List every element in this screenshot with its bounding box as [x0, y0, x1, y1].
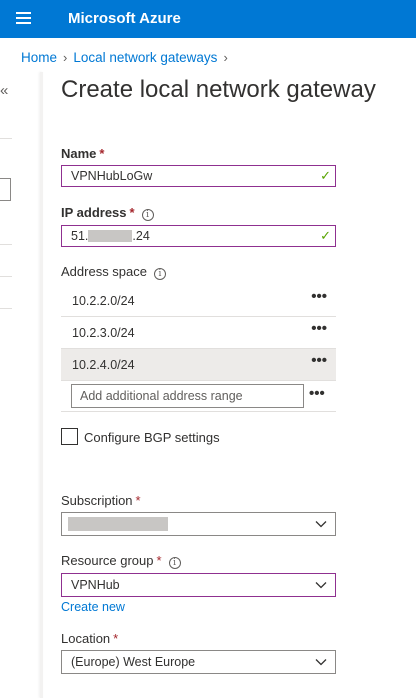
collapse-sidebar-icon[interactable]: «	[0, 82, 8, 99]
divider	[0, 138, 12, 139]
breadcrumb: Home › Local network gateways ›	[21, 50, 234, 65]
divider	[0, 308, 12, 309]
resource-group-label: Resource group * i	[61, 553, 181, 569]
address-range-row[interactable]: 10.2.2.0/24 •••	[61, 285, 336, 317]
check-icon: ✓	[320, 168, 331, 183]
chevron-down-icon	[315, 521, 327, 528]
divider	[0, 244, 12, 245]
ip-address-label: IP address * i	[61, 205, 154, 221]
bgp-checkbox-label[interactable]: Configure BGP settings	[84, 430, 220, 445]
name-label: Name *	[61, 146, 105, 161]
hamburger-icon[interactable]	[16, 12, 31, 26]
left-pane-input[interactable]	[0, 178, 11, 201]
subscription-label: Subscription *	[61, 493, 141, 508]
more-options-icon[interactable]: •••	[311, 321, 327, 336]
chevron-right-icon: ›	[63, 50, 68, 65]
chevron-down-icon	[315, 659, 327, 666]
left-pane	[0, 72, 41, 698]
more-options-icon[interactable]: •••	[309, 386, 325, 401]
info-icon[interactable]: i	[141, 209, 154, 221]
breadcrumb-local-network-gateways[interactable]: Local network gateways	[73, 50, 217, 65]
name-field[interactable]: VPNHubLoGw ✓	[61, 165, 336, 187]
create-new-link[interactable]: Create new	[61, 600, 125, 614]
brand-title[interactable]: Microsoft Azure	[68, 10, 181, 27]
ip-address-field[interactable]: 51. .24 ✓	[61, 225, 336, 247]
check-icon: ✓	[320, 228, 331, 243]
more-options-icon[interactable]: •••	[311, 353, 327, 368]
info-icon[interactable]: i	[168, 557, 181, 569]
bgp-checkbox[interactable]	[61, 428, 78, 445]
chevron-down-icon	[315, 582, 327, 589]
add-address-range-input[interactable]: Add additional address range	[71, 384, 304, 408]
location-label: Location *	[61, 631, 119, 646]
more-options-icon[interactable]: •••	[311, 289, 327, 304]
page-title: Create local network gateway	[61, 76, 376, 103]
top-bar: Microsoft Azure	[0, 0, 416, 38]
redacted-block	[88, 230, 133, 242]
address-space-label: Address space i	[61, 264, 166, 280]
address-range-row[interactable]: 10.2.3.0/24 •••	[61, 317, 336, 349]
location-select[interactable]: (Europe) West Europe	[61, 650, 336, 674]
redacted-block	[68, 517, 168, 531]
breadcrumb-home[interactable]: Home	[21, 50, 57, 65]
resource-group-select[interactable]: VPNHub	[61, 573, 336, 597]
address-range-row[interactable]: 10.2.4.0/24 •••	[61, 349, 336, 381]
divider	[61, 411, 336, 412]
info-icon[interactable]: i	[154, 268, 166, 280]
chevron-right-icon: ›	[223, 50, 228, 65]
pane-divider	[40, 72, 43, 698]
divider	[0, 276, 12, 277]
subscription-select[interactable]	[61, 512, 336, 536]
